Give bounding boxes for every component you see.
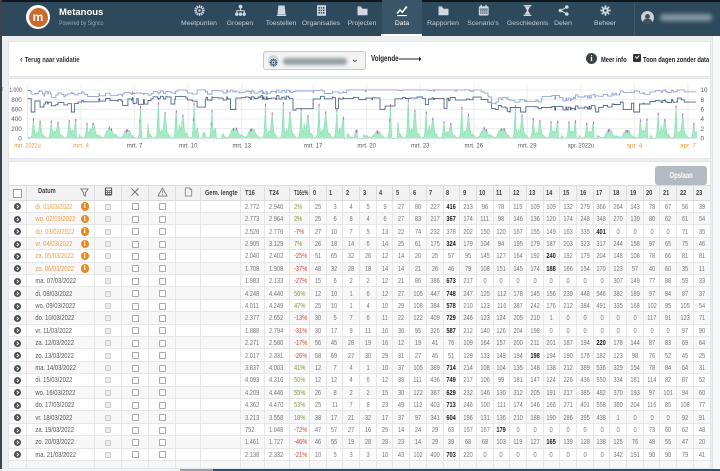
- svg-text:mrt. 23: mrt. 23: [411, 142, 430, 149]
- svg-text:10: 10: [701, 87, 709, 94]
- svg-text:200: 200: [11, 126, 22, 133]
- svg-text:mrt. 20: mrt. 20: [357, 142, 376, 149]
- svg-text:2: 2: [701, 126, 705, 133]
- svg-text:apr. 4: apr. 4: [627, 142, 643, 149]
- svg-text:4: 4: [701, 116, 705, 123]
- svg-text:mrt. 13: mrt. 13: [232, 142, 251, 149]
- svg-text:8: 8: [701, 97, 705, 104]
- svg-text:mrt. 10: mrt. 10: [179, 142, 198, 149]
- svg-text:800: 800: [11, 97, 22, 104]
- svg-text:400: 400: [11, 116, 22, 123]
- svg-text:6: 6: [701, 107, 705, 114]
- svg-text:mrt. 29: mrt. 29: [518, 142, 537, 149]
- svg-text:apr. 2022u: apr. 2022u: [568, 142, 595, 149]
- svg-text:mrt. 17: mrt. 17: [304, 142, 323, 149]
- svg-text:apr. 7: apr. 7: [680, 142, 696, 149]
- svg-text:mrt. 7: mrt. 7: [127, 142, 143, 149]
- svg-text:mrt. 4: mrt. 4: [73, 142, 89, 149]
- svg-text:mrt. 26: mrt. 26: [465, 142, 484, 149]
- svg-text:600: 600: [11, 107, 22, 114]
- svg-text:mrt. 2022u: mrt. 2022u: [14, 142, 41, 149]
- svg-text:0: 0: [701, 136, 705, 143]
- svg-text:1.000: 1.000: [9, 87, 22, 94]
